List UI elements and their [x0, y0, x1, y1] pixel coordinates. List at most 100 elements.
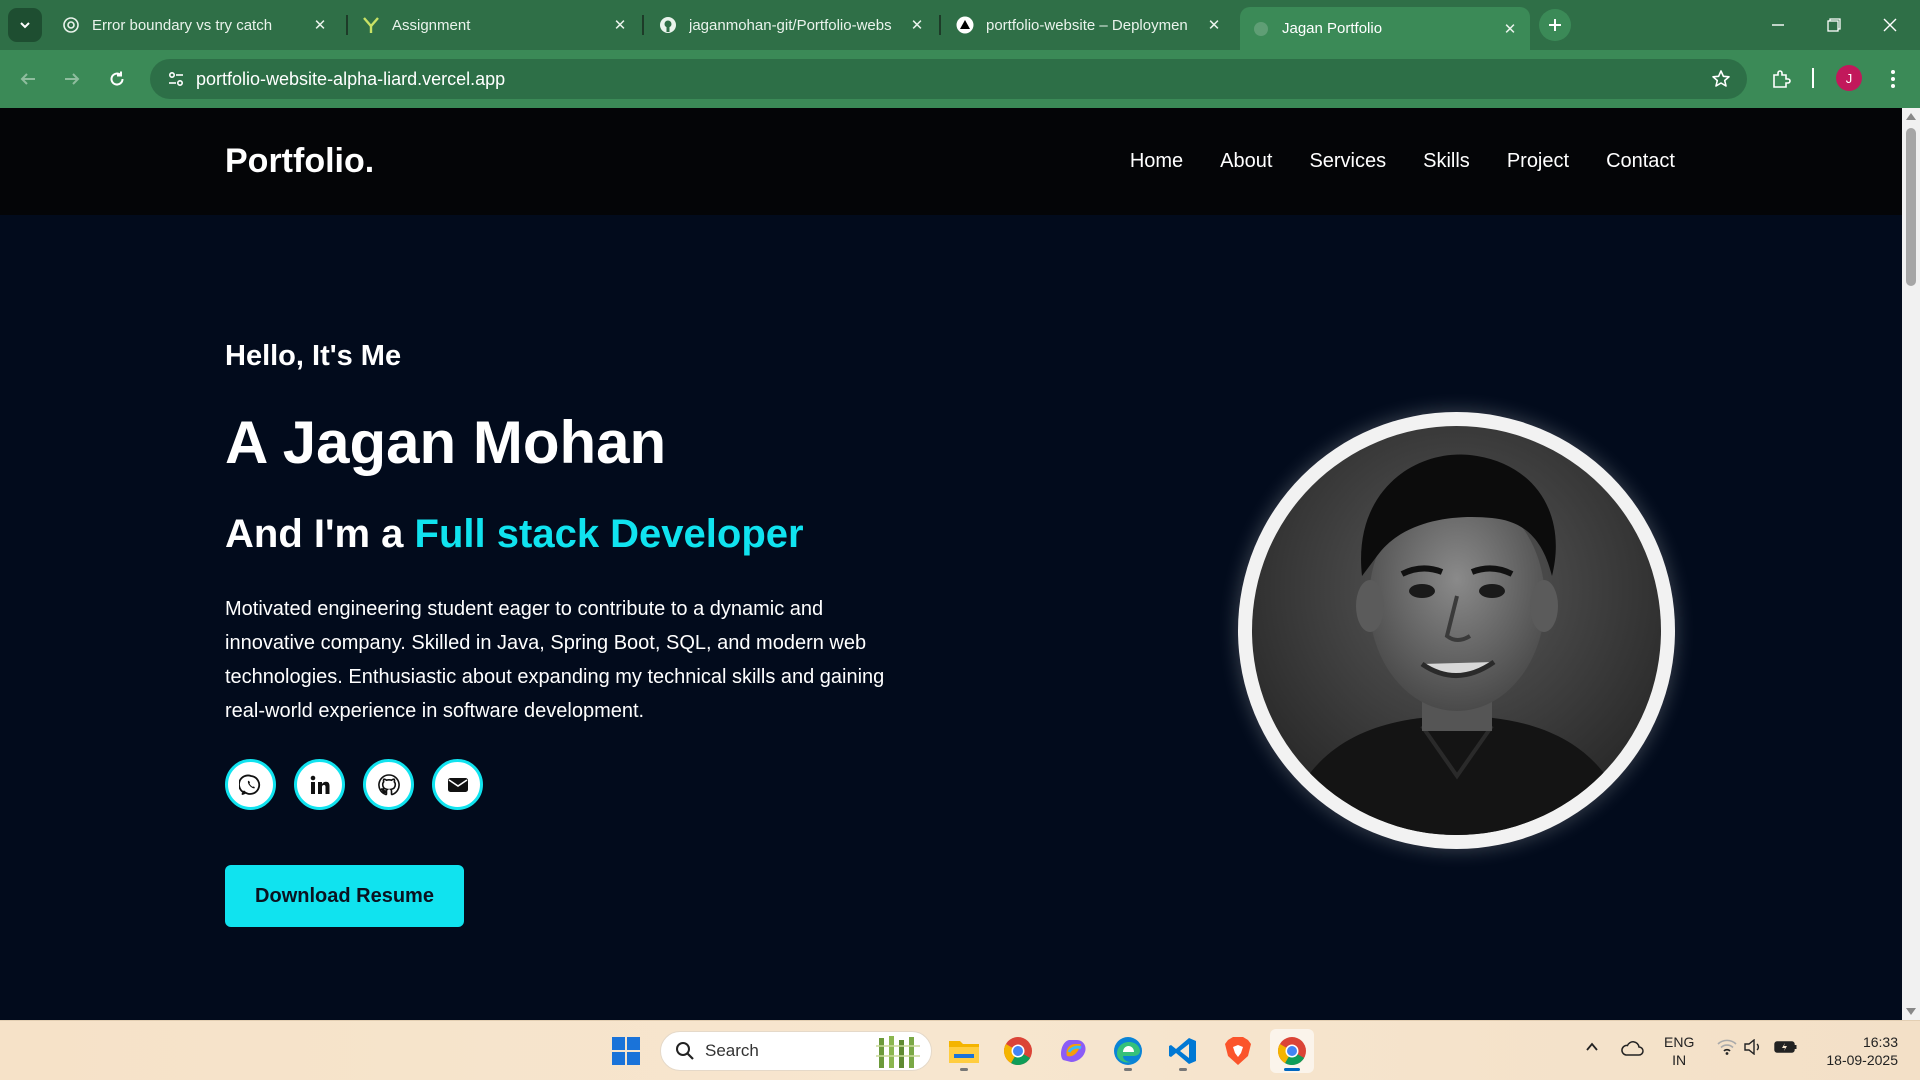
tab-separator	[642, 15, 644, 35]
plus-icon	[1549, 19, 1561, 31]
site-header: Portfolio. Home About Services Skills Pr…	[0, 108, 1902, 215]
whatsapp-icon	[238, 774, 260, 795]
page-scrollbar[interactable]	[1902, 108, 1920, 1020]
scroll-up-icon[interactable]	[1906, 112, 1916, 120]
close-icon[interactable]: ✕	[1500, 19, 1520, 39]
close-icon[interactable]: ✕	[907, 15, 927, 35]
hero-role: And I'm a Full stack Developer	[225, 512, 804, 557]
nav-link-services[interactable]: Services	[1309, 150, 1386, 173]
site-logo[interactable]: Portfolio.	[225, 142, 374, 181]
browser-tab-strip: Error boundary vs try catch ✕ Assignment…	[0, 0, 1920, 50]
hero-bio: Motivated engineering student eager to c…	[225, 598, 885, 722]
tab-separator	[346, 15, 348, 35]
tab-separator	[939, 15, 941, 35]
email-link[interactable]	[432, 759, 483, 810]
chevron-up-icon	[1586, 1042, 1598, 1051]
running-indicator	[960, 1068, 968, 1071]
copilot-icon	[1061, 1040, 1086, 1062]
chevron-down-icon	[20, 22, 30, 29]
taskbar-edge[interactable]	[1106, 1029, 1150, 1073]
taskbar-file-explorer[interactable]	[942, 1029, 986, 1073]
taskbar-chrome-active[interactable]	[1270, 1029, 1314, 1073]
back-button[interactable]	[12, 63, 44, 95]
hero-greeting: Hello, It's Me	[225, 340, 402, 372]
taskbar-brave[interactable]	[1216, 1029, 1260, 1073]
nav-link-home[interactable]: Home	[1130, 150, 1183, 173]
start-button[interactable]	[604, 1029, 648, 1073]
close-icon[interactable]: ✕	[610, 15, 630, 35]
speaker-icon	[1744, 1038, 1759, 1056]
file-explorer-icon	[949, 1041, 979, 1063]
onedrive-tray-button[interactable]	[1620, 1040, 1644, 1061]
whatsapp-link[interactable]	[225, 759, 276, 810]
restore-button[interactable]	[1806, 0, 1862, 50]
tab-title: portfolio-website – Deploymen	[986, 16, 1188, 34]
windows-start-icon	[612, 1037, 640, 1065]
brave-icon	[1225, 1037, 1251, 1065]
site-info-icon[interactable]	[156, 59, 196, 99]
close-icon[interactable]: ✕	[310, 15, 330, 35]
tab-github-repo[interactable]: jaganmohan-git/Portfolio-webs ✕	[647, 8, 937, 42]
browser-menu-button[interactable]	[1877, 63, 1909, 95]
nav-link-skills[interactable]: Skills	[1423, 150, 1470, 173]
tab-search-button[interactable]	[8, 8, 42, 42]
windows-taskbar: Search ENG IN 16:33 18-09-2025	[0, 1020, 1920, 1080]
scroll-down-icon[interactable]	[1906, 1008, 1916, 1016]
nav-link-contact[interactable]: Contact	[1606, 150, 1675, 173]
bookmark-star-icon[interactable]	[1711, 69, 1731, 94]
battery-tray-button[interactable]	[1774, 1039, 1798, 1060]
close-icon[interactable]: ✕	[1204, 15, 1224, 35]
wifi-icon	[1717, 1039, 1737, 1055]
download-resume-button[interactable]: Download Resume	[225, 865, 464, 927]
tab-assignment[interactable]: Assignment ✕	[350, 8, 640, 42]
nav-link-project[interactable]: Project	[1507, 150, 1569, 173]
profile-avatar[interactable]: J	[1836, 65, 1862, 91]
vercel-icon	[956, 16, 974, 34]
tab-error-boundary[interactable]: Error boundary vs try catch ✕	[50, 8, 340, 42]
nav-link-about[interactable]: About	[1220, 150, 1272, 173]
search-icon	[676, 1042, 694, 1060]
show-hidden-icons-button[interactable]	[1584, 1039, 1600, 1060]
openai-icon	[62, 16, 80, 34]
social-links	[225, 759, 483, 810]
taskbar-copilot[interactable]	[1051, 1029, 1095, 1073]
chrome-active-icon	[1278, 1037, 1306, 1065]
volume-tray-button[interactable]	[1744, 1038, 1764, 1060]
tab-title: jaganmohan-git/Portfolio-webs	[689, 16, 892, 34]
tab-title: Error boundary vs try catch	[92, 16, 273, 34]
linkedin-link[interactable]	[294, 759, 345, 810]
running-indicator	[1179, 1068, 1187, 1071]
battery-charging-icon	[1774, 1041, 1797, 1053]
globe-icon	[1252, 20, 1270, 38]
hero-name: A Jagan Mohan	[225, 409, 667, 476]
url-text[interactable]: portfolio-website-alpha-liard.vercel.app	[196, 69, 505, 90]
github-link[interactable]	[363, 759, 414, 810]
github-icon	[377, 773, 400, 795]
close-icon	[1883, 18, 1897, 32]
mail-icon	[447, 777, 468, 792]
system-clock[interactable]: 16:33 18-09-2025	[1818, 1033, 1898, 1069]
language-indicator[interactable]: ENG IN	[1664, 1033, 1694, 1069]
address-bar[interactable]: portfolio-website-alpha-liard.vercel.app	[150, 59, 1747, 99]
tab-jagan-portfolio[interactable]: Jagan Portfolio ✕	[1240, 7, 1530, 50]
page-viewport: Portfolio. Home About Services Skills Pr…	[0, 108, 1902, 1020]
wifi-tray-button[interactable]	[1717, 1039, 1737, 1060]
tab-title: Assignment	[392, 16, 471, 34]
linkedin-icon	[310, 775, 329, 794]
forward-button[interactable]	[56, 63, 88, 95]
extensions-button[interactable]	[1765, 63, 1797, 95]
github-icon	[659, 16, 677, 34]
taskbar-search[interactable]: Search	[660, 1031, 932, 1071]
scroll-thumb[interactable]	[1906, 128, 1916, 286]
reload-button[interactable]	[101, 63, 133, 95]
role-highlight: Full stack Developer	[414, 512, 804, 556]
edge-icon	[1114, 1037, 1142, 1065]
more-vertical-icon	[1891, 70, 1895, 88]
minimize-button[interactable]	[1750, 0, 1806, 50]
taskbar-chrome[interactable]	[996, 1029, 1040, 1073]
active-indicator	[1284, 1068, 1300, 1071]
taskbar-vscode[interactable]	[1161, 1029, 1205, 1073]
tab-vercel-deployment[interactable]: portfolio-website – Deploymen ✕	[944, 8, 1234, 42]
new-tab-button[interactable]	[1539, 9, 1571, 41]
close-window-button[interactable]	[1862, 0, 1918, 50]
